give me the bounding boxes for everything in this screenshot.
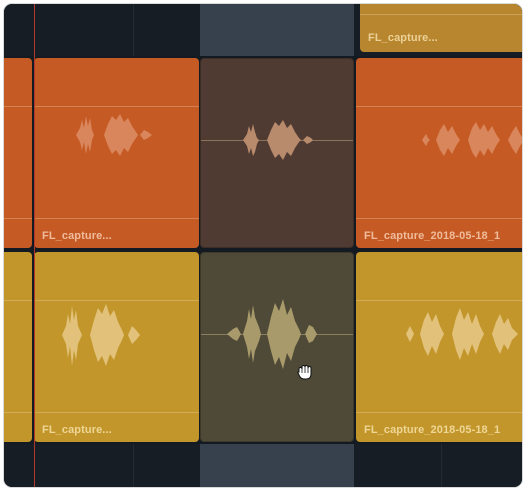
audio-clip-selected[interactable] [200, 58, 354, 248]
audio-clip[interactable] [4, 58, 32, 248]
audio-clip[interactable]: FL_capture_2018-05-18_1 [356, 252, 522, 442]
clip-label: FL_capture... [42, 230, 112, 242]
timeline-view: FL_capture... FL_capture... FL_capture_2… [4, 4, 522, 487]
audio-clip[interactable]: FL_capture... [34, 58, 199, 248]
waveform [62, 304, 140, 366]
grid-line [133, 4, 134, 56]
grab-hand-icon [297, 364, 312, 380]
clip-label: FL_capture_2018-05-18_1 [364, 230, 501, 242]
grid-line [441, 444, 442, 487]
clip-label: FL_capture_2018-05-18_1 [364, 424, 501, 436]
audio-clip[interactable]: FL_capture... [34, 252, 199, 442]
waveform [243, 120, 313, 160]
clip-label: FL_capture... [368, 32, 438, 44]
waveform [76, 114, 152, 156]
selection-column-top [200, 4, 354, 56]
audio-clip[interactable]: FL_capture_2018-05-18_1 [356, 58, 522, 248]
audio-clip[interactable] [4, 252, 32, 442]
waveform [422, 122, 522, 158]
selection-column-bottom [200, 444, 354, 487]
grid-line [133, 444, 134, 487]
waveform [227, 299, 317, 369]
playhead[interactable] [34, 4, 35, 487]
audio-clip[interactable]: FL_capture... [360, 4, 522, 52]
audio-clip-selected[interactable] [200, 252, 354, 442]
clip-label: FL_capture... [42, 424, 112, 436]
waveform [406, 308, 518, 360]
